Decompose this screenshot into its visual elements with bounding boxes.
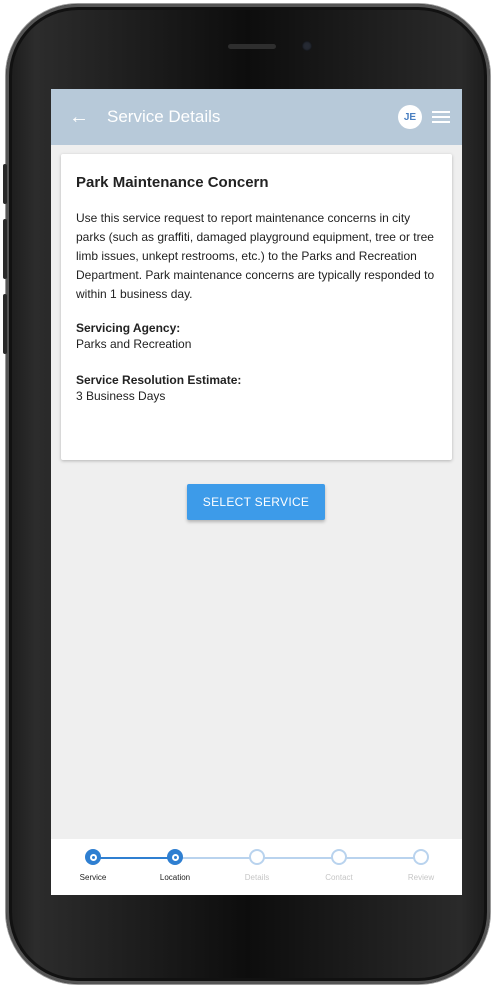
step-inactive-icon: [249, 849, 265, 865]
estimate-value: 3 Business Days: [76, 389, 166, 403]
avatar[interactable]: JE: [398, 105, 422, 129]
phone-side-button: [3, 164, 7, 204]
step-label: Review: [407, 873, 435, 882]
phone-volume-button: [3, 294, 7, 354]
step-label: Details: [244, 873, 270, 882]
phone-volume-button: [3, 219, 7, 279]
service-card: Park Maintenance Concern Use this servic…: [61, 154, 452, 460]
page-title: Service Details: [107, 107, 221, 126]
back-arrow-icon[interactable]: ←: [51, 89, 107, 145]
step-active-icon: [167, 849, 183, 865]
step-inactive-icon: [331, 849, 347, 865]
hamburger-menu-icon[interactable]: [432, 108, 450, 126]
step-label: Location: [159, 873, 191, 882]
phone-frame: ← Service Details JE Park Maintenance Co…: [3, 4, 490, 984]
step-service[interactable]: Service: [63, 847, 123, 882]
service-description: Use this service request to report maint…: [76, 211, 435, 301]
app-screen: ← Service Details JE Park Maintenance Co…: [51, 89, 462, 895]
step-details[interactable]: Details: [227, 847, 287, 882]
app-bar: ← Service Details JE: [51, 89, 462, 145]
step-location[interactable]: Location: [145, 847, 205, 882]
step-label: Contact: [325, 873, 353, 882]
agency-value: Parks and Recreation: [76, 337, 192, 351]
estimate-label: Service Resolution Estimate:: [76, 373, 242, 387]
step-review[interactable]: Review: [391, 847, 451, 882]
phone-speaker: [228, 44, 276, 49]
progress-stepper: Service Location Details Contact Review: [51, 839, 462, 895]
step-contact[interactable]: Contact: [309, 847, 369, 882]
service-title: Park Maintenance Concern: [76, 174, 269, 191]
select-service-button[interactable]: SELECT SERVICE: [187, 484, 325, 520]
step-active-icon: [85, 849, 101, 865]
step-label: Service: [79, 873, 107, 882]
step-inactive-icon: [413, 849, 429, 865]
phone-camera: [302, 41, 312, 51]
agency-label: Servicing Agency:: [76, 321, 181, 335]
